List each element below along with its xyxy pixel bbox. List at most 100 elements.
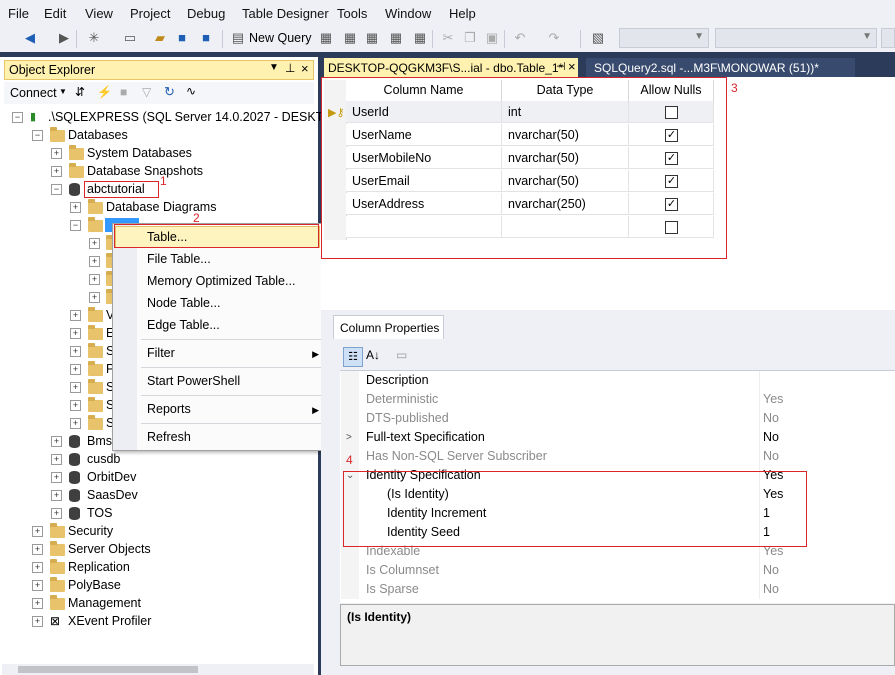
redo-icon[interactable]: ↷	[546, 30, 562, 46]
property-row[interactable]: DTS-published No	[341, 409, 895, 428]
folder-icon	[88, 217, 103, 232]
server-icon: ▮	[30, 111, 37, 123]
connect-dropdown-icon[interactable]: ▼	[59, 87, 67, 96]
property-value: No	[763, 411, 779, 425]
dmx-query-icon[interactable]: ▦	[364, 30, 380, 46]
open-file-icon[interactable]: ▰	[152, 30, 168, 46]
property-row[interactable]: Is Columnset No	[341, 561, 895, 580]
new-project-icon[interactable]: ✳	[86, 30, 102, 46]
database-icon	[69, 507, 80, 520]
find-combo[interactable]	[881, 28, 895, 48]
folder-icon	[69, 145, 84, 160]
annotation-4: 4	[346, 453, 353, 467]
database-icon	[69, 453, 80, 466]
connect-button[interactable]: Connect	[10, 86, 57, 100]
menu-view[interactable]: View	[85, 6, 113, 21]
undo-icon[interactable]: ↶	[512, 30, 528, 46]
property-value: No	[763, 582, 779, 596]
solution-config-combo[interactable]: ▼	[619, 28, 709, 48]
property-name: Is Sparse	[366, 582, 419, 596]
annotation-box-3	[321, 77, 727, 259]
cut-icon[interactable]: ✂	[440, 30, 456, 46]
menu-item-file-table[interactable]: File Table...	[147, 252, 211, 266]
copy-icon[interactable]: ❐	[462, 30, 478, 46]
menu-item-reports[interactable]: Reports	[147, 402, 191, 416]
dax-query-icon[interactable]: ▦	[412, 30, 428, 46]
save-icon[interactable]: ■	[174, 30, 190, 46]
menu-table-designer[interactable]: Table Designer	[242, 6, 329, 21]
back-icon[interactable]: ◀	[22, 30, 38, 46]
menu-window[interactable]: Window	[385, 6, 431, 21]
property-row[interactable]: > Full-text Specification No	[341, 428, 895, 447]
tab-column-properties[interactable]: Column Properties	[333, 315, 444, 339]
menu-item-node-table[interactable]: Node Table...	[147, 296, 220, 310]
menu-project[interactable]: Project	[130, 6, 170, 21]
save-all-icon[interactable]: ■	[198, 30, 214, 46]
database-icon	[69, 435, 80, 448]
folder-icon	[88, 343, 103, 358]
menu-item-refresh[interactable]: Refresh	[147, 430, 191, 444]
folder-icon	[69, 163, 84, 178]
folder-icon	[88, 379, 103, 394]
property-value: No	[763, 430, 779, 444]
tab-sql-query[interactable]: SQLQuery2.sql -...M3F\MONOWAR (51))*	[586, 58, 855, 77]
forward-icon[interactable]: ▶	[56, 30, 72, 46]
menu-edit[interactable]: Edit	[44, 6, 66, 21]
context-menu: Table... File Table... Memory Optimized …	[112, 223, 330, 451]
menu-bar: File Edit View Project Debug Table Desig…	[0, 0, 895, 26]
menu-debug[interactable]: Debug	[187, 6, 225, 21]
close-icon[interactable]: ×	[301, 61, 309, 76]
filter-icon[interactable]: ▽	[142, 85, 151, 99]
sort-alphabetical-icon[interactable]: A↓	[366, 348, 380, 362]
db-engine-query-icon[interactable]: ▦	[318, 30, 334, 46]
menu-item-filter[interactable]: Filter	[147, 346, 175, 360]
menu-help[interactable]: Help	[449, 6, 476, 21]
stop-icon[interactable]: ■	[120, 85, 127, 99]
annotation-box-2	[114, 224, 319, 248]
splitter[interactable]	[330, 668, 895, 675]
activity-monitor-icon[interactable]: ∿	[186, 84, 196, 98]
pin-icon[interactable]: ⊥	[285, 61, 295, 75]
tab-table-designer[interactable]: DESKTOP-QQGKM3F\S...ial - dbo.Table_1* ⊣…	[324, 58, 578, 77]
menu-item-memory-optimized-table[interactable]: Memory Optimized Table...	[147, 274, 295, 288]
folder-icon	[88, 361, 103, 376]
submenu-arrow-icon: ▶	[312, 405, 319, 415]
new-query-button[interactable]: New Query	[249, 31, 312, 45]
menu-item-start-powershell[interactable]: Start PowerShell	[147, 374, 240, 388]
chevron-right-icon[interactable]: >	[346, 428, 352, 447]
add-item-icon[interactable]: ▭	[122, 30, 138, 46]
property-name: Full-text Specification	[366, 430, 485, 444]
xmla-query-icon[interactable]: ▦	[388, 30, 404, 46]
new-query-icon: ▤	[231, 30, 245, 45]
platform-combo[interactable]: ▼	[715, 28, 877, 48]
property-row[interactable]: Description	[341, 371, 895, 390]
property-row[interactable]: Is Sparse No	[341, 580, 895, 599]
menu-item-edge-table[interactable]: Edge Table...	[147, 318, 220, 332]
property-description-pane: (Is Identity)	[340, 604, 895, 666]
mdx-query-icon[interactable]: ▦	[342, 30, 358, 46]
dropdown-icon[interactable]: ▼	[269, 62, 279, 73]
pin-icon[interactable]: ⊣	[556, 60, 566, 73]
property-value: No	[763, 563, 779, 577]
connect-icon[interactable]: ⇵	[75, 85, 85, 99]
property-row[interactable]: Deterministic Yes	[341, 390, 895, 409]
disconnect-icon[interactable]: ⚡	[97, 85, 112, 99]
column-properties-toolbar: ☷ A↓ ▭	[340, 345, 895, 369]
folder-icon	[88, 397, 103, 412]
property-row[interactable]: Has Non-SQL Server Subscriber No	[341, 447, 895, 466]
categorized-icon[interactable]: ☷	[343, 347, 363, 367]
folder-icon	[50, 559, 65, 574]
close-tab-icon[interactable]: ×	[568, 59, 576, 74]
folder-icon	[50, 541, 65, 556]
object-explorer-header: Object Explorer ▼ ⊥ ×	[4, 60, 314, 80]
menu-file[interactable]: File	[8, 6, 29, 21]
paste-icon[interactable]: ▣	[484, 30, 500, 46]
folder-icon	[88, 415, 103, 430]
refresh-icon[interactable]: ↻	[164, 84, 175, 100]
menu-tools[interactable]: Tools	[337, 6, 367, 21]
properties-icon[interactable]: ▧	[590, 30, 606, 46]
folder-icon	[50, 577, 65, 592]
property-pages-icon[interactable]: ▭	[396, 348, 407, 362]
horizontal-scrollbar[interactable]	[2, 664, 314, 675]
annotation-3: 3	[731, 81, 738, 95]
